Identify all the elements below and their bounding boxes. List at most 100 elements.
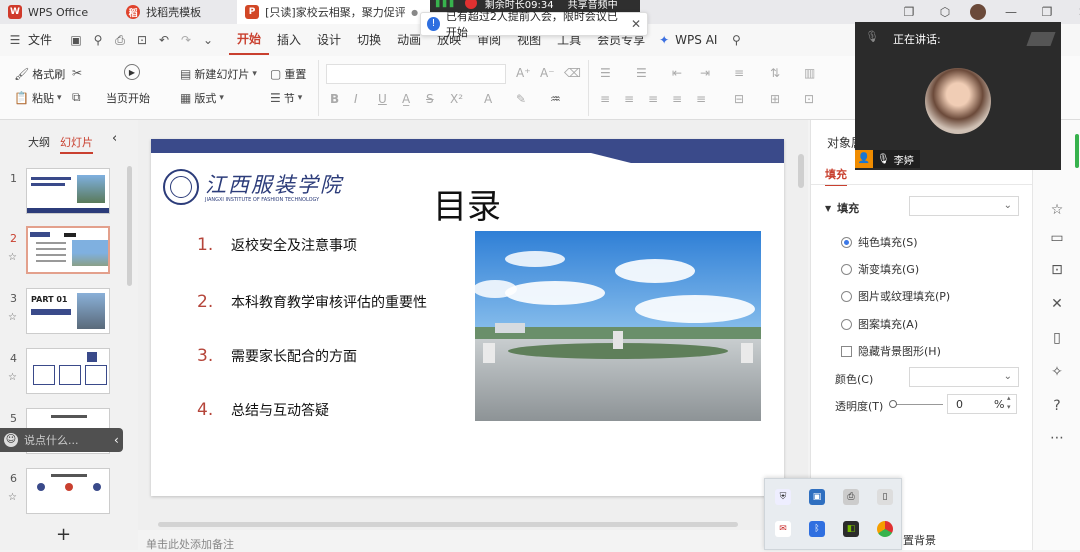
book-icon[interactable]: ▯	[1049, 330, 1065, 346]
font-color-icon[interactable]: A	[484, 92, 492, 106]
slide-thumbnail-2[interactable]	[26, 226, 110, 274]
star-icon[interactable]: ☆	[8, 372, 17, 383]
share-icon[interactable]: ⚲	[90, 32, 106, 48]
slide-thumbnail-4[interactable]	[26, 348, 110, 394]
chat-input[interactable]: ☺ 说点什么... ‹	[0, 428, 123, 452]
slide-thumbnail-3[interactable]: PART 01	[26, 288, 110, 334]
bold-icon[interactable]: B	[330, 92, 339, 106]
copy-icon[interactable]: ❐	[901, 4, 917, 20]
scrollbar[interactable]	[127, 166, 132, 286]
redo-icon[interactable]: ↷	[178, 32, 194, 48]
usb-icon[interactable]: ▯	[877, 489, 893, 505]
emoji-icon[interactable]: ☺	[4, 433, 18, 447]
bullet-list-icon[interactable]: ☰	[600, 66, 611, 80]
indent-decrease-icon[interactable]: ⇤	[672, 66, 682, 80]
slide-thumbnail-1[interactable]	[26, 168, 110, 214]
speaker-avatar[interactable]	[925, 68, 991, 134]
comment-icon[interactable]: ▭	[1049, 230, 1065, 246]
minimize-icon[interactable]: —	[1003, 4, 1019, 20]
agenda-item[interactable]: 3. 需要家长配合的方面	[197, 346, 357, 366]
image-edit-icon[interactable]: ⊡	[1049, 262, 1065, 278]
slider-handle[interactable]	[889, 400, 897, 408]
shield-icon[interactable]: ⛨	[775, 489, 791, 505]
close-icon[interactable]: ✕	[631, 17, 641, 31]
distribute-icon[interactable]: ≡	[696, 92, 706, 106]
play-icon[interactable]: ▶	[124, 64, 140, 80]
indent-increase-icon[interactable]: ⇥	[700, 66, 710, 80]
nvidia-icon[interactable]: ◧	[843, 521, 859, 537]
stepper-icon[interactable]: ▴ ▾	[1007, 394, 1011, 412]
bluetooth-icon[interactable]: ᛒ	[809, 521, 825, 537]
restore-icon[interactable]: ❐	[1039, 4, 1055, 20]
tab-template[interactable]: 稻 找稻壳模板	[118, 0, 209, 24]
campus-photo[interactable]	[475, 231, 761, 421]
italic-icon[interactable]: I	[354, 92, 358, 106]
preview-icon[interactable]: ⊡	[134, 32, 150, 48]
char-spacing-icon[interactable]: ♒	[550, 92, 561, 106]
slide[interactable]: 江西服装学院 JIANGXI INSTITUTE OF FASHION TECH…	[151, 139, 784, 496]
slide-thumbnail-6[interactable]	[26, 468, 110, 514]
avatar[interactable]	[970, 4, 986, 20]
star-icon[interactable]: ☆	[1049, 202, 1065, 218]
underline-icon[interactable]: U	[378, 92, 387, 106]
agenda-item[interactable]: 4. 总结与互动答疑	[197, 400, 329, 420]
menu-wps-ai[interactable]: WPS AI	[675, 24, 725, 56]
vertical-scrollbar[interactable]	[798, 154, 804, 188]
app-blue-icon[interactable]: ▣	[809, 489, 825, 505]
menu-home[interactable]: 开始	[229, 25, 270, 55]
menu-insert[interactable]: 插入	[269, 24, 309, 56]
clear-format-icon[interactable]: ⌫	[564, 66, 581, 80]
help-icon[interactable]: ?	[1049, 398, 1065, 414]
apply-background-label[interactable]: 置背景	[903, 532, 936, 548]
align-center-icon[interactable]: ≡	[624, 92, 634, 106]
agenda-item[interactable]: 1. 返校安全及注意事项	[197, 235, 357, 255]
collapse-panel-icon[interactable]: ‹	[112, 131, 117, 146]
font-grow-icon[interactable]: A⁺	[516, 66, 531, 80]
color-select[interactable]: ⌄	[909, 367, 1019, 387]
star-icon[interactable]: ☆	[8, 252, 17, 263]
paste-button[interactable]: 📋 粘贴 ▾	[14, 90, 61, 106]
numbered-list-icon[interactable]: ☰	[636, 66, 647, 80]
menu-file[interactable]: 文件	[26, 24, 60, 56]
vertical-align-icon[interactable]: ⊟	[734, 92, 744, 106]
highlight-icon[interactable]: ✎	[516, 92, 526, 106]
columns-icon[interactable]: ▥	[804, 66, 815, 80]
align-left-icon[interactable]: ≡	[600, 92, 610, 106]
smart-art-icon[interactable]: ⊞	[770, 92, 780, 106]
tab-fill[interactable]: 填充	[825, 166, 847, 186]
hide-background-checkbox[interactable]: 隐藏背景图形(H)	[841, 343, 941, 359]
print-icon[interactable]: ⎙	[112, 32, 128, 48]
star-icon[interactable]: ☆	[8, 492, 17, 503]
slide-title[interactable]: 目录	[433, 179, 501, 228]
add-slide-button[interactable]: +	[56, 524, 71, 545]
font-shrink-icon[interactable]: A⁻	[540, 66, 555, 80]
format-painter-button[interactable]: 🖌 格式刷	[14, 66, 65, 82]
align-right-icon[interactable]: ≡	[648, 92, 658, 106]
printer-icon[interactable]: ⎙	[843, 489, 859, 505]
tab-slides[interactable]: 幻灯片	[60, 134, 93, 154]
play-current-button[interactable]: 当页开始	[106, 90, 150, 106]
tab-outline[interactable]: 大纲	[28, 134, 50, 150]
radio-solid-fill[interactable]: 纯色填充(S)	[841, 234, 918, 250]
save-icon[interactable]: ▣	[68, 32, 84, 48]
reset-button[interactable]: ▢ 重置	[270, 66, 306, 82]
fill-section-header[interactable]: ▼ 填充	[825, 200, 859, 216]
text-direction-icon[interactable]: ⇅	[770, 66, 780, 80]
strikethrough-icon[interactable]: S	[426, 92, 434, 106]
shadow-icon[interactable]: A̲	[402, 92, 410, 106]
radio-pattern-fill[interactable]: 图案填充(A)	[841, 316, 918, 332]
close-icon[interactable]: ✕	[1075, 4, 1080, 20]
section-button[interactable]: ☰ 节 ▾	[270, 90, 302, 106]
horizontal-scrollbar[interactable]	[158, 522, 738, 527]
menu-design[interactable]: 设计	[309, 24, 349, 56]
menu-transition[interactable]: 切换	[349, 24, 389, 56]
mail-icon[interactable]: ✉	[775, 521, 791, 537]
tab-document[interactable]: P [只读]家校云相聚，聚力促评估 ●	[237, 0, 438, 24]
tab-wps-office[interactable]: W WPS Office	[0, 0, 96, 24]
star-icon[interactable]: ☆	[8, 312, 17, 323]
chevron-down-icon[interactable]: ⌄	[200, 32, 216, 48]
search-icon[interactable]: ⚲	[728, 32, 744, 48]
fill-type-select[interactable]: ⌄	[909, 196, 1019, 216]
new-slide-button[interactable]: ▤ 新建幻灯片 ▾	[180, 66, 257, 82]
chrome-icon[interactable]	[877, 521, 893, 537]
